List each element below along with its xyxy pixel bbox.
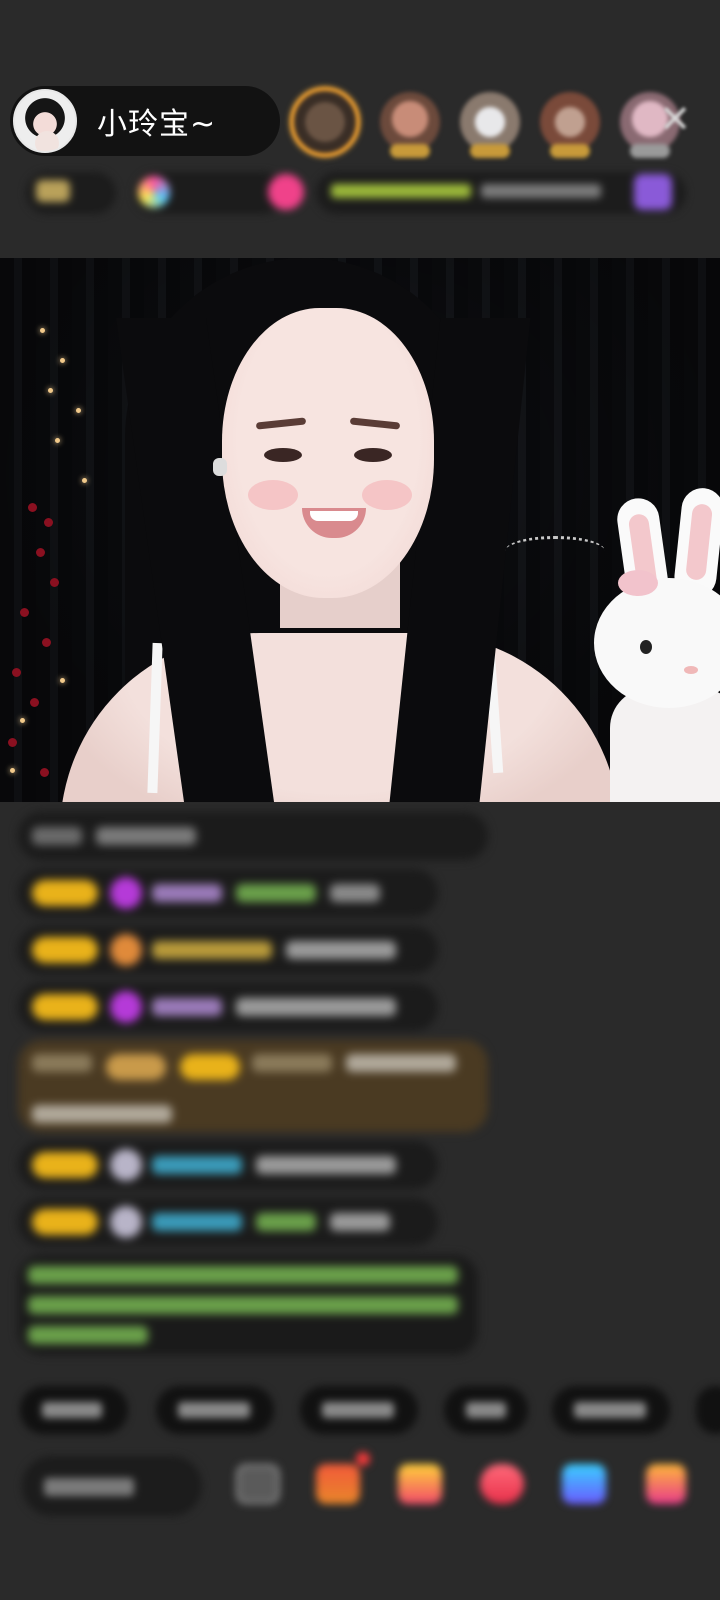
quick-reply-chip[interactable]	[156, 1386, 274, 1434]
chat-message	[18, 812, 488, 860]
hair-accessory	[505, 536, 605, 566]
chat-message	[18, 1141, 438, 1189]
host-avatar[interactable]	[13, 89, 77, 153]
viewer-rank-badge	[630, 144, 670, 158]
viewer-avatar[interactable]	[460, 92, 520, 158]
viewer-rank-badge	[390, 144, 430, 158]
chat-message	[18, 869, 438, 917]
viewer-avatar[interactable]	[290, 87, 360, 157]
marquee-text	[481, 184, 601, 198]
event-icon[interactable]	[634, 174, 672, 210]
chat-message	[18, 1198, 438, 1246]
viewer-avatar[interactable]	[380, 92, 440, 158]
comment-input[interactable]	[22, 1456, 202, 1516]
system-notice	[18, 1255, 478, 1355]
stream-info-bar[interactable]	[26, 170, 694, 216]
quick-reply-chips	[20, 1386, 720, 1436]
grid-icon[interactable]	[646, 1464, 686, 1504]
close-icon[interactable]: ✕	[655, 100, 695, 140]
gift-icon[interactable]	[398, 1464, 442, 1504]
quick-reply-chip[interactable]	[20, 1386, 128, 1434]
host-profile-pill[interactable]: 小玲宝~	[10, 86, 280, 156]
hot-icon[interactable]	[268, 174, 304, 210]
gift-box-icon[interactable]	[316, 1464, 360, 1504]
chat-message	[18, 926, 438, 974]
quick-reply-chip[interactable]	[696, 1386, 720, 1434]
quick-reply-chip[interactable]	[552, 1386, 670, 1434]
viewer-rank-badge	[470, 144, 510, 158]
chat-messages[interactable]	[18, 812, 498, 1364]
emoji-icon[interactable]	[236, 1464, 280, 1504]
marquee-text	[331, 184, 471, 198]
live-video-stream[interactable]	[0, 258, 720, 802]
quick-reply-chip[interactable]	[300, 1386, 418, 1434]
level-icon	[36, 180, 70, 202]
rank-icon	[138, 176, 170, 208]
bunny-plush	[594, 486, 720, 802]
streamer-face	[222, 308, 434, 598]
bottom-toolbar	[0, 1452, 720, 1522]
earphone	[213, 458, 227, 476]
notification-dot	[356, 1452, 370, 1466]
game-icon[interactable]	[562, 1464, 606, 1504]
host-name: 小玲宝~	[97, 107, 217, 142]
heart-icon[interactable]	[480, 1464, 524, 1504]
viewer-avatar[interactable]	[540, 92, 600, 158]
chat-message	[18, 983, 438, 1031]
quick-reply-chip[interactable]	[444, 1386, 528, 1434]
chat-message-highlight	[18, 1040, 488, 1132]
top-viewers-list	[290, 82, 700, 162]
viewer-rank-badge	[550, 144, 590, 158]
